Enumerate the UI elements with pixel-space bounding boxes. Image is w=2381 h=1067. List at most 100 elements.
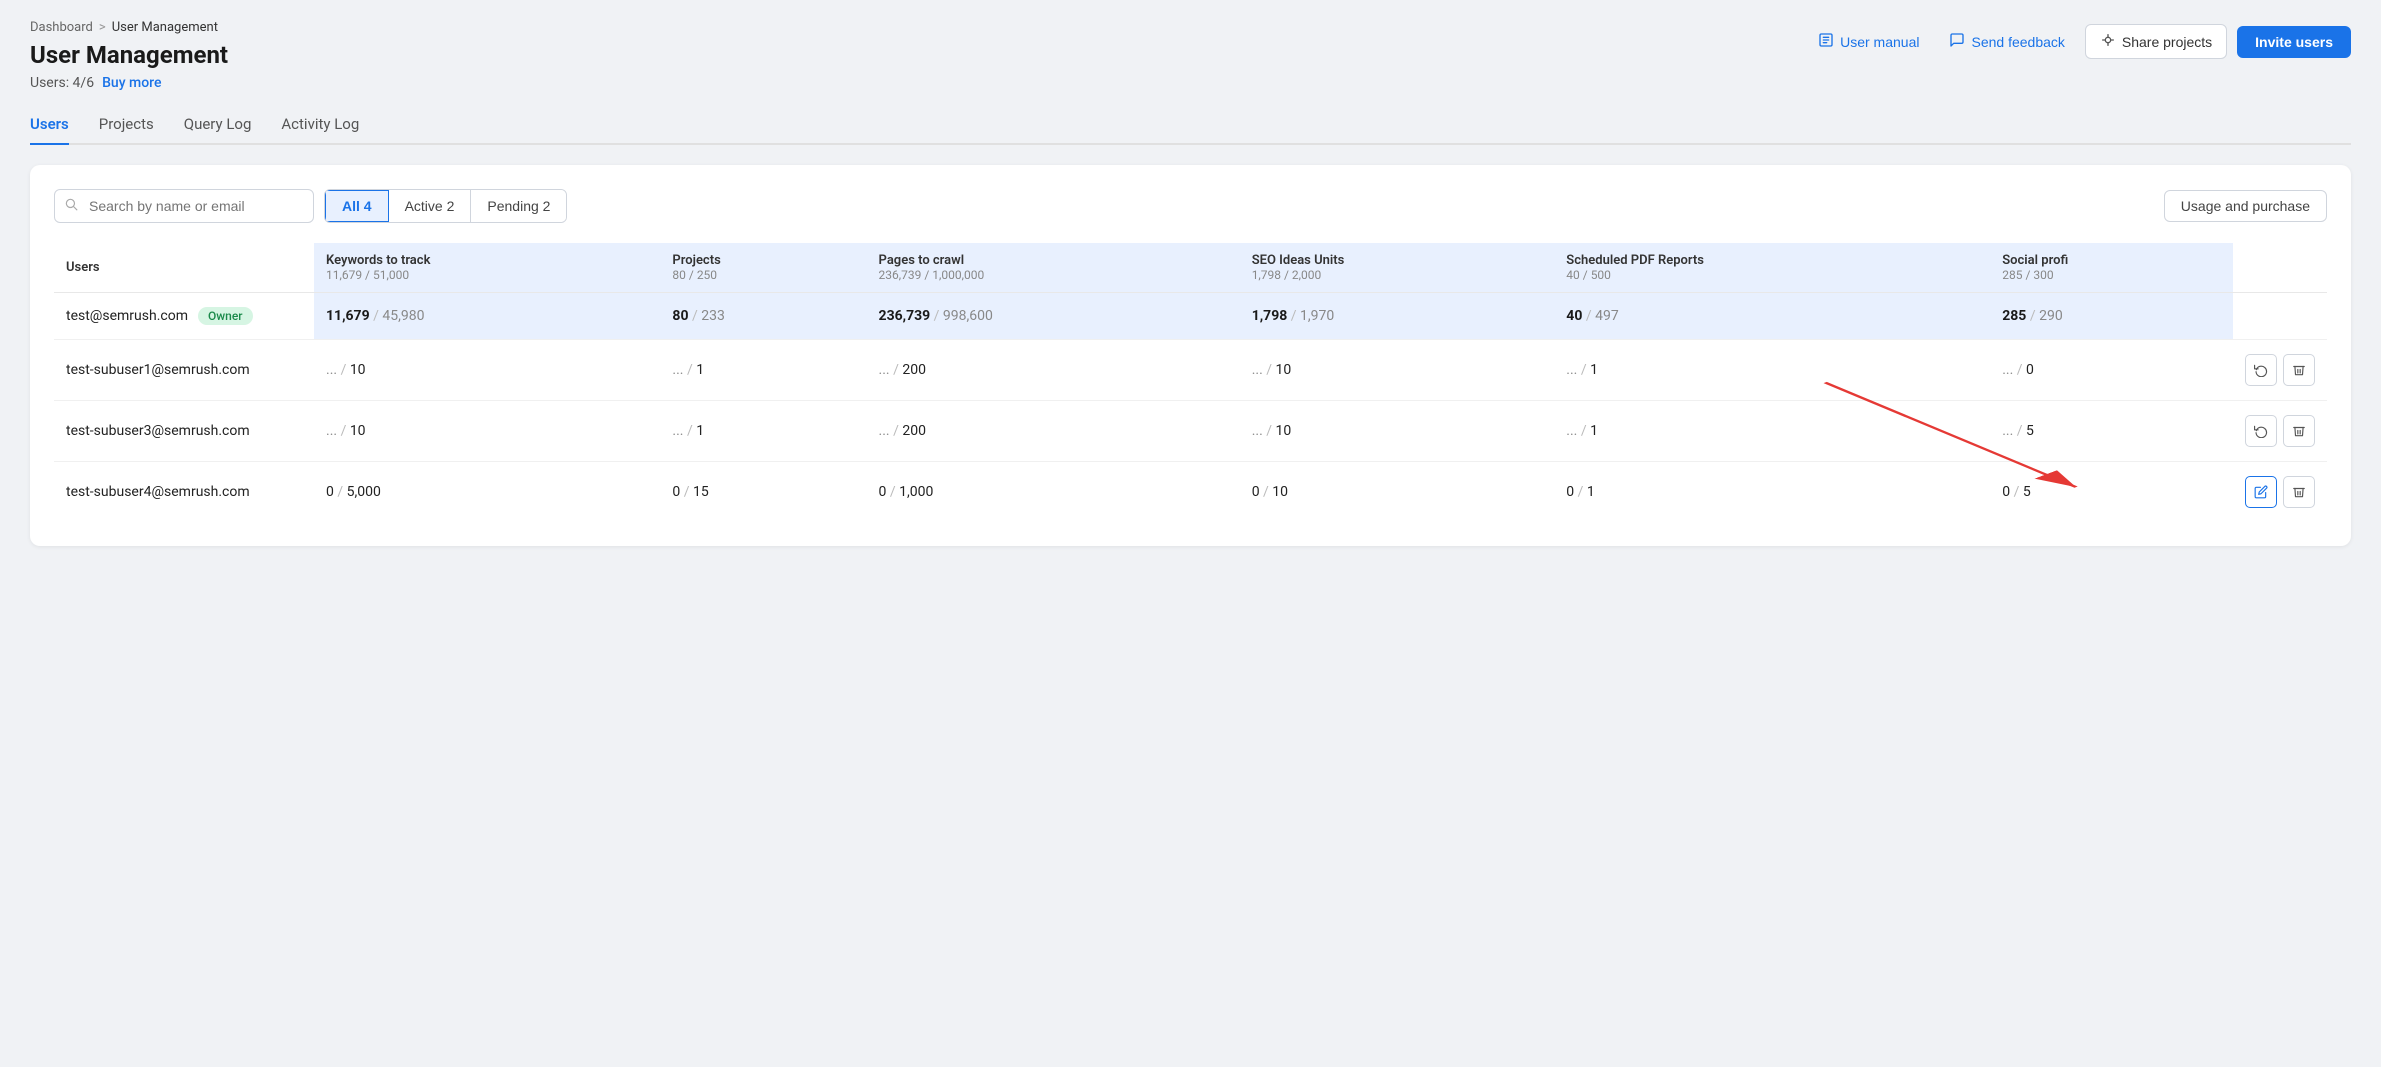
user-manual-button[interactable]: User manual	[1808, 26, 1929, 57]
tab-projects[interactable]: Projects	[99, 107, 154, 145]
actions-cell-edit	[2233, 462, 2327, 523]
pages-total: 200	[902, 423, 926, 439]
social-total: 5	[2026, 423, 2034, 439]
filter-pending[interactable]: Pending 2	[471, 190, 566, 222]
seo-used: 0	[1252, 484, 1260, 500]
seo-used: 1,798	[1252, 308, 1288, 324]
seo-cell: ... / 10	[1240, 401, 1555, 462]
resend-button[interactable]	[2245, 415, 2277, 447]
pdf-used: ...	[1566, 362, 1577, 378]
users-table-wrapper: Users Keywords to track 11,679 / 51,000 …	[54, 243, 2327, 522]
share-projects-button[interactable]: Share projects	[2085, 24, 2227, 59]
tab-users[interactable]: Users	[30, 107, 69, 145]
invite-users-button[interactable]: Invite users	[2237, 26, 2351, 58]
search-icon	[64, 197, 78, 215]
table-row: test@semrush.com Owner 11,679 / 45,980 8…	[54, 293, 2327, 340]
pdf-used: ...	[1566, 423, 1577, 439]
owner-badge: Owner	[198, 307, 253, 325]
keywords-used: ...	[326, 362, 337, 378]
pdf-total: 1	[1587, 484, 1595, 500]
actions-cell	[2233, 401, 2327, 462]
pages-used: ...	[879, 423, 890, 439]
table-row: test-subuser3@semrush.com ... / 10 ... /…	[54, 401, 2327, 462]
col-social-sublabel: 285 / 300	[2002, 268, 2221, 282]
invite-users-label: Invite users	[2255, 34, 2333, 50]
col-actions	[2233, 243, 2327, 293]
pages-total: 200	[902, 362, 926, 378]
user-email-cell: test-subuser4@semrush.com	[54, 462, 314, 523]
delete-button[interactable]	[2283, 415, 2315, 447]
delete-button[interactable]	[2283, 354, 2315, 386]
keywords-total: 10	[350, 362, 366, 378]
users-count-row: Users: 4/6 Buy more	[30, 75, 228, 91]
table-row: test-subuser1@semrush.com ... / 10 ... /…	[54, 340, 2327, 401]
search-input[interactable]	[54, 189, 314, 223]
filter-all[interactable]: All 4	[325, 190, 389, 222]
pages-used: 0	[879, 484, 887, 500]
breadcrumb-home[interactable]: Dashboard	[30, 20, 93, 35]
seo-total: 10	[1276, 423, 1292, 439]
row-actions	[2245, 415, 2315, 447]
keywords-used: 11,679	[326, 308, 370, 324]
user-email: test@semrush.com	[66, 308, 188, 324]
keywords-total: 45,980	[382, 308, 424, 324]
seo-total: 10	[1276, 362, 1292, 378]
col-pdf-sublabel: 40 / 500	[1566, 268, 1978, 282]
social-used: ...	[2002, 362, 2013, 378]
usage-purchase-button[interactable]: Usage and purchase	[2164, 190, 2327, 222]
pdf-used: 0	[1566, 484, 1574, 500]
breadcrumb: Dashboard > User Management	[30, 20, 228, 35]
pdf-total: 1	[1590, 423, 1598, 439]
col-keywords: Keywords to track 11,679 / 51,000	[314, 243, 660, 293]
tab-query-log[interactable]: Query Log	[184, 107, 252, 145]
col-keywords-label: Keywords to track	[326, 253, 430, 268]
tab-activity-log[interactable]: Activity Log	[281, 107, 359, 145]
seo-used: ...	[1252, 362, 1263, 378]
social-cell: ... / 5	[1990, 401, 2233, 462]
projects-cell: 80 / 233	[660, 293, 866, 340]
seo-total: 1,970	[1300, 308, 1334, 324]
send-feedback-label: Send feedback	[1971, 34, 2064, 50]
social-used: 285	[2002, 308, 2026, 324]
pdf-cell: ... / 1	[1554, 340, 1990, 401]
pdf-used: 40	[1566, 308, 1582, 324]
nav-tabs: Users Projects Query Log Activity Log	[30, 107, 2351, 145]
pdf-total: 1	[1590, 362, 1598, 378]
col-seo-label: SEO Ideas Units	[1252, 253, 1345, 268]
pdf-cell: 0 / 1	[1554, 462, 1990, 523]
user-email: test-subuser4@semrush.com	[66, 484, 250, 500]
social-cell: 0 / 5	[1990, 462, 2233, 523]
pages-cell: ... / 200	[867, 340, 1240, 401]
projects-used: 0	[672, 484, 680, 500]
projects-total: 1	[696, 362, 704, 378]
pages-used: 236,739	[879, 308, 931, 324]
book-icon	[1818, 32, 1834, 51]
resend-button[interactable]	[2245, 354, 2277, 386]
col-pdf-reports: Scheduled PDF Reports 40 / 500	[1554, 243, 1990, 293]
user-manual-label: User manual	[1840, 34, 1919, 50]
projects-total: 233	[701, 308, 725, 324]
col-projects-sublabel: 80 / 250	[672, 268, 854, 282]
pages-total: 998,600	[943, 308, 993, 324]
send-feedback-button[interactable]: Send feedback	[1939, 26, 2074, 57]
keywords-total: 5,000	[347, 484, 381, 500]
edit-button[interactable]	[2245, 476, 2277, 508]
page-title: User Management	[30, 41, 228, 69]
buy-more-link[interactable]: Buy more	[102, 75, 161, 91]
seo-cell: 1,798 / 1,970	[1240, 293, 1555, 340]
seo-cell: ... / 10	[1240, 340, 1555, 401]
keywords-cell: ... / 10	[314, 401, 660, 462]
filter-active[interactable]: Active 2	[389, 190, 472, 222]
user-email: test-subuser1@semrush.com	[66, 362, 250, 378]
keywords-used: ...	[326, 423, 337, 439]
seo-cell: 0 / 10	[1240, 462, 1555, 523]
col-projects-label: Projects	[672, 253, 720, 268]
col-pages: Pages to crawl 236,739 / 1,000,000	[867, 243, 1240, 293]
table-row: test-subuser4@semrush.com 0 / 5,000 0 / …	[54, 462, 2327, 523]
social-cell: ... / 0	[1990, 340, 2233, 401]
social-total: 0	[2026, 362, 2034, 378]
col-seo-units: SEO Ideas Units 1,798 / 2,000	[1240, 243, 1555, 293]
social-total: 290	[2039, 308, 2063, 324]
delete-button[interactable]	[2283, 476, 2315, 508]
projects-used: 80	[672, 308, 688, 324]
